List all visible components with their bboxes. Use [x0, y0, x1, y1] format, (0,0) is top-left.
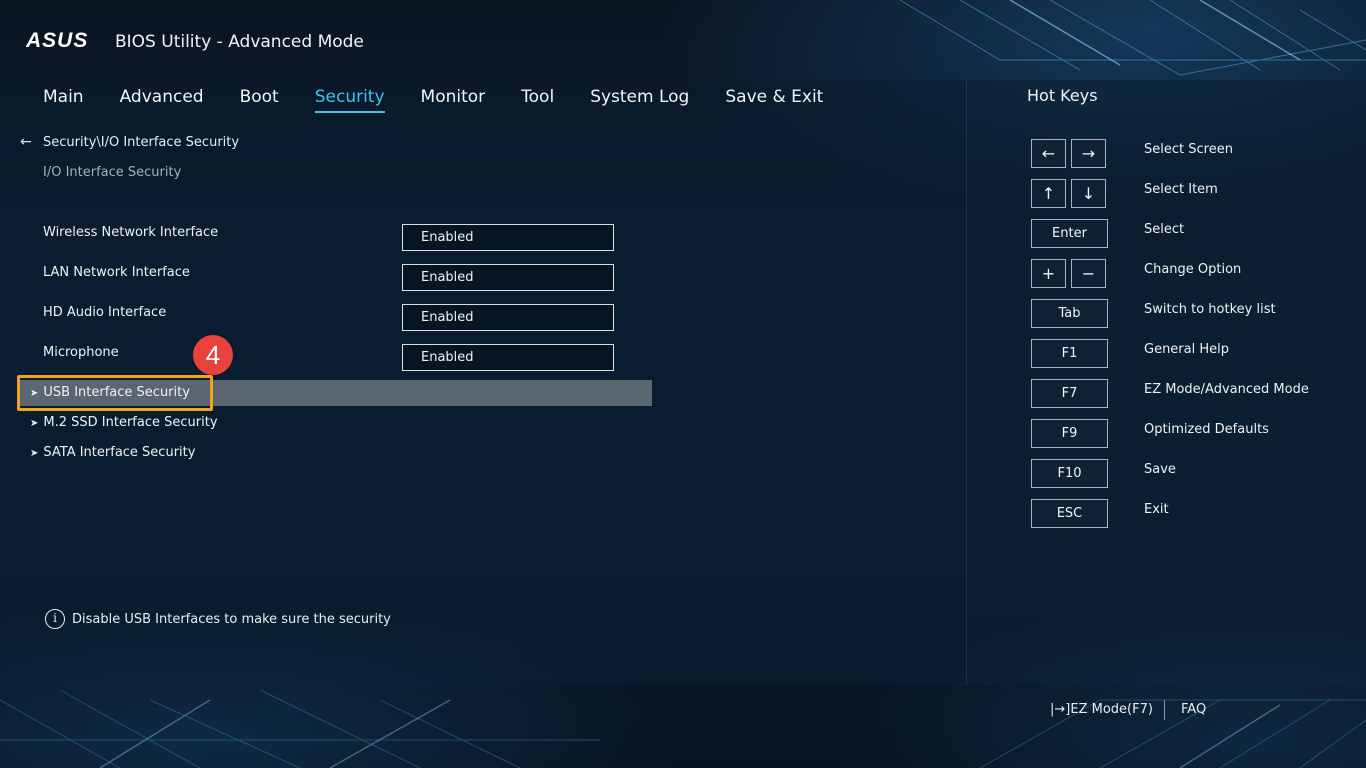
right-arrow-key[interactable]: →	[1071, 139, 1106, 168]
f1-key[interactable]: F1	[1031, 339, 1108, 368]
minus-key[interactable]: −	[1071, 259, 1106, 288]
microphone-select[interactable]: Enabled	[402, 344, 614, 371]
esc-key[interactable]: ESC	[1031, 499, 1108, 528]
annotation-highlight-box	[17, 375, 213, 411]
hotkey-desc: Select Screen	[1144, 142, 1233, 157]
f9-key[interactable]: F9	[1031, 419, 1108, 448]
info-icon: i	[45, 609, 65, 629]
chevron-right-icon: ➤	[30, 418, 39, 429]
ez-mode-link[interactable]: |→]EZ Mode(F7)	[1050, 702, 1153, 717]
microphone-label: Microphone	[43, 345, 119, 360]
footer-divider	[1164, 700, 1165, 720]
tab-tool[interactable]: Tool	[521, 87, 554, 113]
chevron-right-icon: ➤	[30, 448, 39, 459]
wireless-network-select[interactable]: Enabled	[402, 224, 614, 251]
footer-bar	[0, 686, 1366, 768]
lan-network-label: LAN Network Interface	[43, 265, 190, 280]
up-arrow-key[interactable]: ↑	[1031, 179, 1066, 208]
submenu-label: M.2 SSD Interface Security	[43, 415, 218, 430]
svg-text:ASUS: ASUS	[26, 30, 88, 50]
hotkey-desc: General Help	[1144, 342, 1230, 357]
hotkeys-title: Hot Keys	[1027, 86, 1098, 105]
page-subtitle: I/O Interface Security	[43, 165, 182, 180]
tab-advanced[interactable]: Advanced	[120, 87, 204, 113]
help-text: Disable USB Interfaces to make sure the …	[72, 612, 391, 627]
down-arrow-key[interactable]: ↓	[1071, 179, 1106, 208]
hotkey-desc: Switch to hotkey list	[1144, 302, 1276, 317]
hotkey-desc: Exit	[1144, 502, 1169, 517]
step-number-badge: 4	[193, 335, 233, 375]
breadcrumb: Security\I/O Interface Security	[43, 135, 240, 150]
tab-system-log[interactable]: System Log	[590, 87, 689, 113]
f7-key[interactable]: F7	[1031, 379, 1108, 408]
hotkey-desc: Select Item	[1144, 182, 1218, 197]
tab-security[interactable]: Security	[314, 87, 385, 113]
tab-save-exit[interactable]: Save & Exit	[725, 87, 823, 113]
wireless-network-label: Wireless Network Interface	[43, 225, 219, 240]
faq-link[interactable]: FAQ	[1181, 702, 1206, 717]
left-arrow-key[interactable]: ←	[1031, 139, 1066, 168]
tab-monitor[interactable]: Monitor	[421, 87, 486, 113]
asus-logo: ASUS	[25, 29, 102, 52]
tab-main[interactable]: Main	[43, 87, 84, 113]
hd-audio-select[interactable]: Enabled	[402, 304, 614, 331]
exit-mode-icon: |→]	[1050, 702, 1071, 717]
plus-key[interactable]: +	[1031, 259, 1066, 288]
back-arrow-icon[interactable]: ←	[20, 134, 32, 150]
m2-ssd-interface-security-item[interactable]: ➤ M.2 SSD Interface Security	[30, 415, 218, 430]
lan-network-select[interactable]: Enabled	[402, 264, 614, 291]
main-tabs: Main Advanced Boot Security Monitor Tool…	[43, 87, 859, 113]
enter-key[interactable]: Enter	[1031, 219, 1108, 248]
f10-key[interactable]: F10	[1031, 459, 1108, 488]
hotkey-desc: Save	[1144, 462, 1176, 477]
hotkey-desc: EZ Mode/Advanced Mode	[1144, 382, 1309, 397]
app-title: BIOS Utility - Advanced Mode	[115, 32, 364, 52]
sata-interface-security-item[interactable]: ➤ SATA Interface Security	[30, 445, 195, 460]
ez-mode-label: EZ Mode(F7)	[1070, 702, 1153, 717]
hotkey-desc: Optimized Defaults	[1144, 422, 1269, 437]
submenu-label: SATA Interface Security	[43, 445, 196, 460]
tab-boot[interactable]: Boot	[240, 87, 279, 113]
tab-key[interactable]: Tab	[1031, 299, 1108, 328]
hotkey-desc: Change Option	[1144, 262, 1242, 277]
hd-audio-label: HD Audio Interface	[43, 305, 167, 320]
hotkey-desc: Select	[1144, 222, 1185, 237]
